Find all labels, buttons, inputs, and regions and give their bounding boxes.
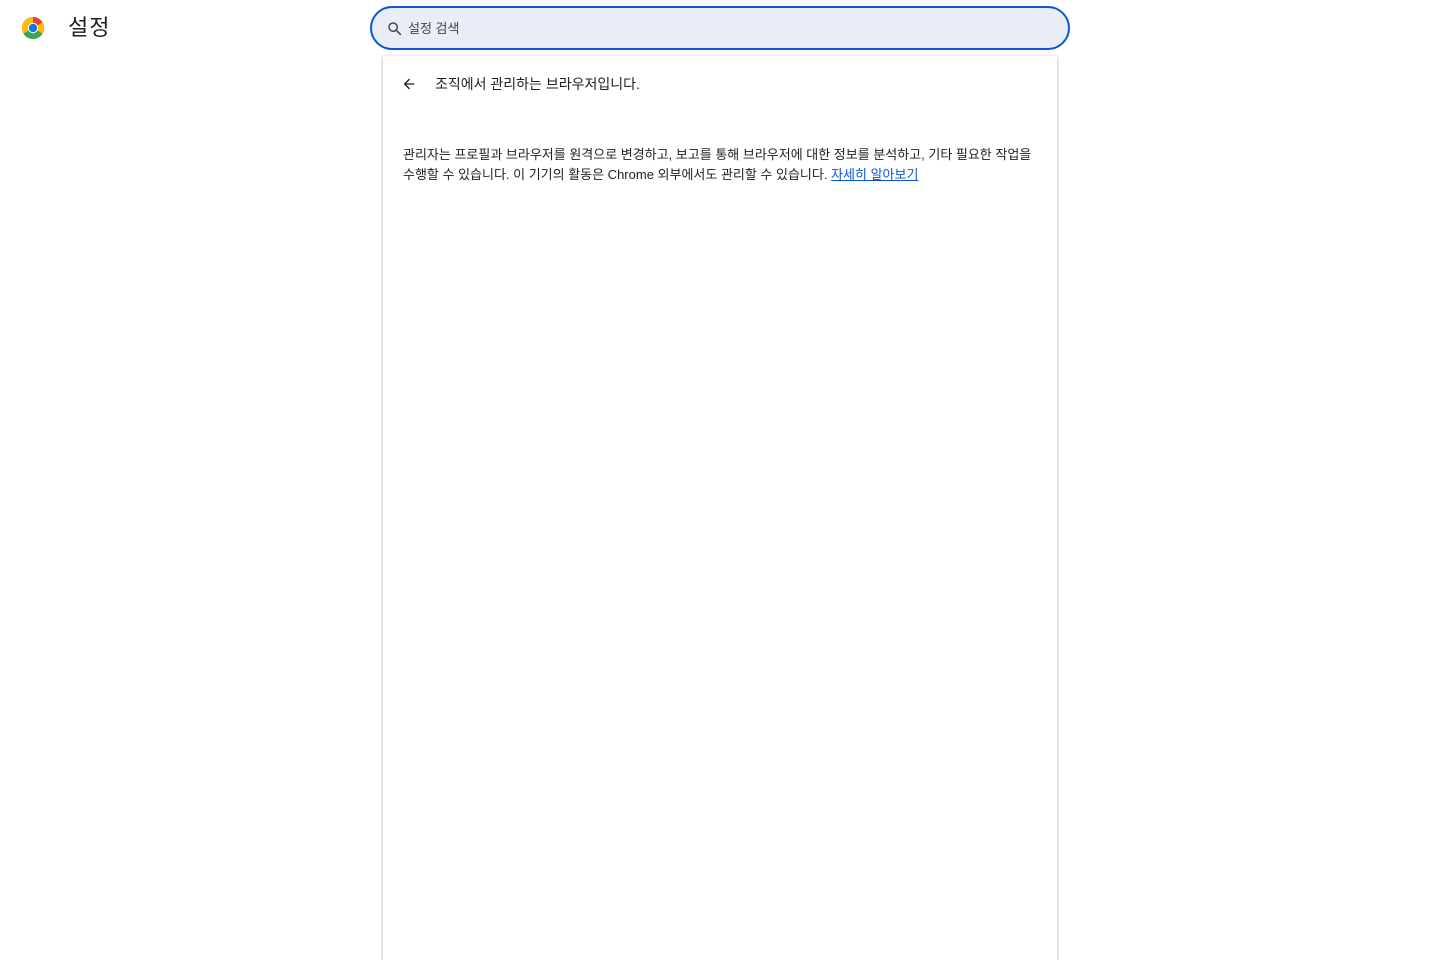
arrow-back-icon	[403, 78, 415, 90]
learn-more-link[interactable]: 자세히 알아보기	[831, 167, 918, 182]
managed-page-title: 조직에서 관리하는 브라우저입니다.	[435, 76, 640, 92]
back-button[interactable]	[397, 72, 421, 96]
managed-info-card: 조직에서 관리하는 브라우저입니다. 관리자는 프로필과 브라우저를 원격으로 …	[383, 56, 1057, 960]
managed-description-text: 관리자는 프로필과 브라우저를 원격으로 변경하고, 보고를 통해 브라우저에 …	[403, 147, 1032, 182]
search-icon	[386, 20, 404, 38]
settings-app: 설정 조직에서 관리하는 브라우저입니다. 관리자는 프로필과 브라우저를 원격…	[0, 0, 1440, 960]
page-title: 설정	[68, 15, 111, 40]
settings-header: 설정	[0, 0, 1440, 56]
managed-description: 관리자는 프로필과 브라우저를 원격으로 변경하고, 보고를 통해 브라우저에 …	[403, 145, 1043, 185]
search-input[interactable]	[406, 15, 1048, 41]
chrome-logo-icon	[21, 16, 45, 40]
search-box[interactable]	[370, 6, 1070, 50]
